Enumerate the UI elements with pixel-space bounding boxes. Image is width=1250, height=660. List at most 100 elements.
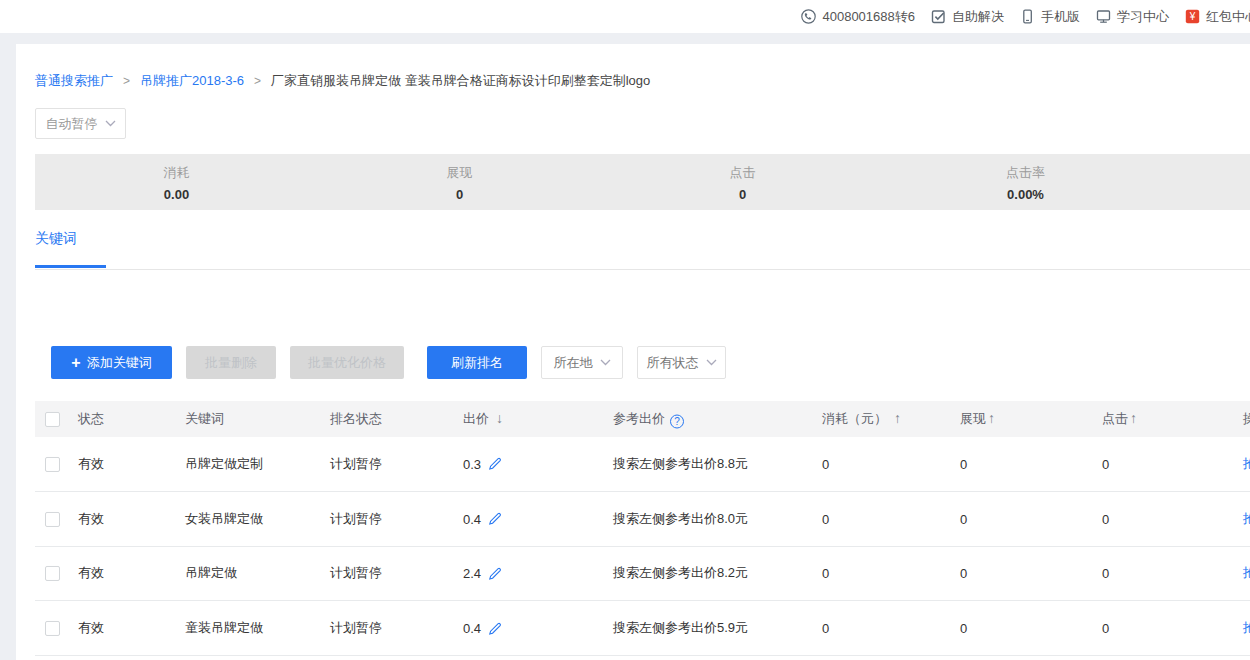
stat-label: 展现 (318, 164, 601, 182)
keywords-table: 状态 关键词 排名状态 出价↓ 参考出价? 消耗（元）↑ 展现↑ 点击↑ 操作 … (35, 401, 1250, 660)
chevron-down-icon (706, 359, 717, 366)
mobile-version-link[interactable]: 手机版 (1020, 8, 1080, 26)
service-phone-number: 4008001688转6 (822, 8, 915, 26)
sort-desc-icon: ↓ (496, 410, 503, 426)
batch-optimize-price-button[interactable]: 批量优化价格 (290, 346, 404, 379)
location-filter-dropdown[interactable]: 所在地 (541, 346, 623, 379)
cell-cost: 0 (822, 511, 829, 526)
tab-active-indicator (35, 265, 106, 268)
header-impressions[interactable]: 展现↑ (960, 410, 995, 428)
service-phone: 4008001688转6 (801, 8, 915, 26)
stat-cost: 消耗 0.00 (35, 154, 318, 210)
sort-asc-icon: ↑ (988, 410, 995, 426)
add-keyword-label: 添加关键词 (87, 354, 152, 372)
mobile-version-label: 手机版 (1041, 8, 1080, 26)
tab-keywords[interactable]: 关键词 (35, 230, 77, 248)
table-row: 有效 童装吊牌定做 计划暂停 0.4 搜索左侧参考出价5.9元 0 0 0 抢排… (35, 601, 1250, 656)
svg-text:¥: ¥ (1189, 11, 1196, 22)
cell-clicks: 0 (1102, 456, 1109, 471)
status-filter-dropdown[interactable]: 所有状态 (637, 346, 726, 379)
learning-center-label: 学习中心 (1117, 8, 1169, 26)
chevron-down-icon (105, 120, 116, 127)
header-keyword: 关键词 (185, 410, 224, 428)
row-checkbox[interactable] (45, 512, 60, 527)
help-icon[interactable]: ? (670, 415, 684, 429)
topbar: 4008001688转6 自助解决 手机版 学习中心 ¥ 红包中心 (0, 0, 1250, 33)
cell-bid: 2.4 (463, 566, 481, 581)
red-packet-icon: ¥ (1185, 9, 1200, 24)
breadcrumb-separator: > (254, 74, 261, 88)
header-bid[interactable]: 出价↓ (463, 410, 503, 428)
cell-status: 有效 (78, 510, 104, 528)
status-filter-label: 所有状态 (647, 354, 699, 372)
cell-rank-status: 计划暂停 (330, 564, 382, 582)
stat-label: 点击 (601, 164, 884, 182)
red-packet-center-link[interactable]: ¥ 红包中心 (1185, 8, 1250, 26)
cell-bid: 0.4 (463, 511, 481, 526)
table-row: 有效 吊牌定做 计划暂停 2.4 搜索左侧参考出价8.2元 0 0 0 抢排名 (35, 547, 1250, 602)
cell-ref-bid: 搜索左侧参考出价8.8元 (613, 455, 748, 473)
row-checkbox[interactable] (45, 566, 60, 581)
stat-ctr: 点击率 0.00% (884, 154, 1167, 210)
table-header: 状态 关键词 排名状态 出价↓ 参考出价? 消耗（元）↑ 展现↑ 点击↑ 操作 (35, 401, 1250, 437)
grab-rank-link[interactable]: 抢排名 (1243, 511, 1250, 526)
cell-impressions: 0 (960, 621, 967, 636)
cell-cost: 0 (822, 566, 829, 581)
tab-divider (35, 269, 1250, 270)
plus-icon: + (71, 354, 80, 372)
cell-keyword: 吊牌定做 (185, 564, 237, 582)
cell-rank-status: 计划暂停 (330, 619, 382, 637)
edit-bid-icon[interactable] (488, 512, 502, 526)
smartphone-icon (1020, 9, 1035, 24)
stat-value: 0.00 (35, 187, 318, 202)
grab-rank-link[interactable]: 抢排名 (1243, 620, 1250, 635)
stat-impressions: 展现 0 (318, 154, 601, 210)
table-row: 有效 女装吊牌定做 计划暂停 0.4 搜索左侧参考出价8.0元 0 0 0 抢排… (35, 492, 1250, 547)
row-checkbox[interactable] (45, 621, 60, 636)
stat-clicks: 点击 0 (601, 154, 884, 210)
header-cost[interactable]: 消耗（元）↑ (822, 410, 901, 428)
refresh-rank-button[interactable]: 刷新排名 (427, 346, 527, 379)
stat-value: 0.00% (884, 187, 1167, 202)
cell-clicks: 0 (1102, 621, 1109, 636)
red-packet-label: 红包中心 (1206, 8, 1250, 26)
breadcrumb-campaign[interactable]: 吊牌推广2018-3-6 (140, 73, 244, 88)
header-actions: 操作 (1243, 410, 1250, 428)
header-rank-status: 排名状态 (330, 410, 382, 428)
cell-ref-bid: 搜索左侧参考出价8.2元 (613, 564, 748, 582)
content-card: 普通搜索推广 > 吊牌推广2018-3-6 > 厂家直销服装吊牌定做 童装吊牌合格证商标… (16, 44, 1250, 660)
self-help-link[interactable]: 自助解决 (931, 8, 1004, 26)
learning-center-link[interactable]: 学习中心 (1096, 8, 1169, 26)
breadcrumb-campaign-type[interactable]: 普通搜索推广 (35, 73, 113, 88)
header-clicks[interactable]: 点击↑ (1102, 410, 1137, 428)
grab-rank-link[interactable]: 抢排名 (1243, 456, 1250, 471)
stat-label: 点击率 (884, 164, 1167, 182)
breadcrumb-current: 厂家直销服装吊牌定做 童装吊牌合格证商标设计印刷整套定制logo (271, 73, 650, 88)
edit-bid-icon[interactable] (488, 566, 502, 580)
sort-asc-icon: ↑ (1130, 410, 1137, 426)
table-row: 有效 吊牌定做定制 计划暂停 0.3 搜索左侧参考出价8.8元 0 0 0 抢排… (35, 437, 1250, 492)
cell-cost: 0 (822, 456, 829, 471)
edit-bid-icon[interactable] (488, 621, 502, 635)
auto-pause-dropdown[interactable]: 自动暂停 (35, 108, 126, 139)
cell-impressions: 0 (960, 511, 967, 526)
grab-rank-link[interactable]: 抢排名 (1243, 565, 1250, 580)
cell-keyword: 吊牌定做定制 (185, 455, 263, 473)
add-keyword-button[interactable]: + 添加关键词 (51, 346, 172, 379)
check-square-icon (931, 9, 946, 24)
stat-value: 0 (318, 187, 601, 202)
cell-rank-status: 计划暂停 (330, 455, 382, 473)
cell-keyword: 女装吊牌定做 (185, 510, 263, 528)
cell-cost: 0 (822, 621, 829, 636)
select-all-checkbox[interactable] (45, 412, 60, 427)
monitor-icon (1096, 9, 1111, 24)
cell-ref-bid: 搜索左侧参考出价8.0元 (613, 510, 748, 528)
stats-bar: 消耗 0.00 展现 0 点击 0 点击率 0.00% (35, 154, 1250, 210)
row-checkbox[interactable] (45, 457, 60, 472)
breadcrumb: 普通搜索推广 > 吊牌推广2018-3-6 > 厂家直销服装吊牌定做 童装吊牌合格证商标… (35, 72, 650, 90)
toolbar: + 添加关键词 批量删除 批量优化价格 刷新排名 所在地 所有状态 (51, 346, 1250, 379)
breadcrumb-separator: > (123, 74, 130, 88)
edit-bid-icon[interactable] (488, 457, 502, 471)
batch-delete-button[interactable]: 批量删除 (186, 346, 276, 379)
cell-clicks: 0 (1102, 511, 1109, 526)
